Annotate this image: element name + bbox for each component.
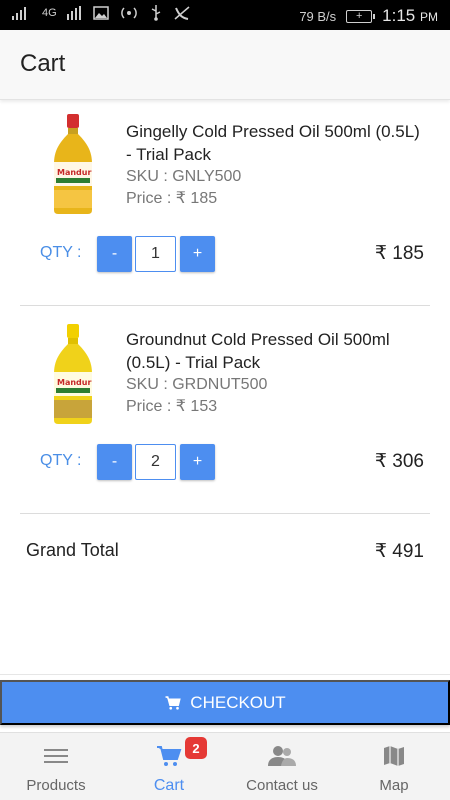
app-header: Cart xyxy=(0,30,450,100)
product-info: Groundnut Cold Pressed Oil 500ml (0.5L) … xyxy=(126,328,426,418)
quantity-row: QTY : - 1 + ₹ 185 xyxy=(20,236,430,272)
line-total: ₹ 306 xyxy=(374,451,424,472)
cart-count-badge: 2 xyxy=(185,737,207,759)
nav-label-map: Map xyxy=(379,777,409,794)
clock-ampm: PM xyxy=(420,10,438,24)
line-total: ₹ 185 xyxy=(374,243,424,264)
checkout-label: CHECKOUT xyxy=(190,692,286,712)
qty-field[interactable]: 1 xyxy=(135,236,176,272)
signal-icon xyxy=(12,7,26,20)
quantity-row: QTY : - 2 + ₹ 306 xyxy=(20,444,430,480)
page-title: Cart xyxy=(20,50,66,77)
nav-label-cart: Cart xyxy=(153,777,185,794)
nav-item-products[interactable]: Products xyxy=(20,733,92,800)
network-type-label: 4G xyxy=(42,7,57,19)
nav-label-products: Products xyxy=(26,777,86,794)
grand-total-label: Grand Total xyxy=(26,540,119,560)
product-price: Price : ₹ 185 xyxy=(126,190,218,207)
bottom-navigation: Products 2 Cart Contact us Map xyxy=(0,732,450,800)
product-name[interactable]: Groundnut Cold Pressed Oil 500ml (0.5L) … xyxy=(126,328,426,374)
status-bar: 4G 79 B/s + 1:15 PM xyxy=(0,0,450,30)
nav-item-map[interactable]: Map xyxy=(365,733,423,800)
product-sku: SKU : GRDNUT500 xyxy=(126,376,268,393)
cart-item: Mandur Groundnut Cold Pressed Oil 500ml … xyxy=(20,306,430,514)
menu-lines-icon xyxy=(43,743,69,769)
cart-icon xyxy=(165,695,182,710)
product-price: Price : ₹ 153 xyxy=(126,398,218,415)
status-icons-left: 4G xyxy=(12,5,191,21)
no-call-icon xyxy=(174,6,190,20)
product-info: Gingelly Cold Pressed Oil 500ml (0.5L) -… xyxy=(126,120,426,210)
grand-total-row: Grand Total ₹ 491 xyxy=(26,540,424,564)
shopping-cart-icon: 2 xyxy=(156,737,207,769)
clock-time: 1:15 xyxy=(382,6,416,25)
nav-item-cart[interactable]: 2 Cart xyxy=(138,733,207,800)
product-name[interactable]: Gingelly Cold Pressed Oil 500ml (0.5L) -… xyxy=(126,120,426,166)
people-icon xyxy=(267,743,297,769)
svg-text:Mandur: Mandur xyxy=(57,168,91,177)
nav-item-contact[interactable]: Contact us xyxy=(240,733,324,800)
signal-2-icon xyxy=(66,6,81,20)
product-image[interactable]: Mandur xyxy=(48,112,98,216)
hotspot-icon xyxy=(120,7,137,19)
folded-map-icon xyxy=(382,743,406,769)
increase-qty-button[interactable]: + xyxy=(180,236,215,272)
nav-label-contact: Contact us xyxy=(246,777,318,794)
cart-item: Mandur Gingelly Cold Pressed Oil 500ml (… xyxy=(20,100,430,306)
image-icon xyxy=(92,6,109,20)
clock: 1:15 PM xyxy=(382,6,438,26)
divider xyxy=(0,674,450,675)
svg-text:Mandur: Mandur xyxy=(57,378,91,387)
network-speed: 79 B/s xyxy=(299,8,337,24)
qty-label: QTY : xyxy=(40,244,82,261)
product-image[interactable]: Mandur xyxy=(48,322,98,426)
status-icons-right: 79 B/s + 1:15 PM xyxy=(299,6,438,26)
battery-icon: + xyxy=(346,9,376,23)
cart-screen: 4G 79 B/s + 1:15 PM Cart Mandur Gingelly… xyxy=(0,0,450,800)
product-sku: SKU : GNLY500 xyxy=(126,168,242,185)
decrease-qty-button[interactable]: - xyxy=(97,444,132,480)
usb-icon xyxy=(151,5,161,21)
qty-field[interactable]: 2 xyxy=(135,444,176,480)
increase-qty-button[interactable]: + xyxy=(180,444,215,480)
checkout-button[interactable]: CHECKOUT xyxy=(0,680,450,725)
qty-label: QTY : xyxy=(40,452,82,469)
decrease-qty-button[interactable]: - xyxy=(97,236,132,272)
grand-total-value: ₹ 491 xyxy=(374,541,424,562)
